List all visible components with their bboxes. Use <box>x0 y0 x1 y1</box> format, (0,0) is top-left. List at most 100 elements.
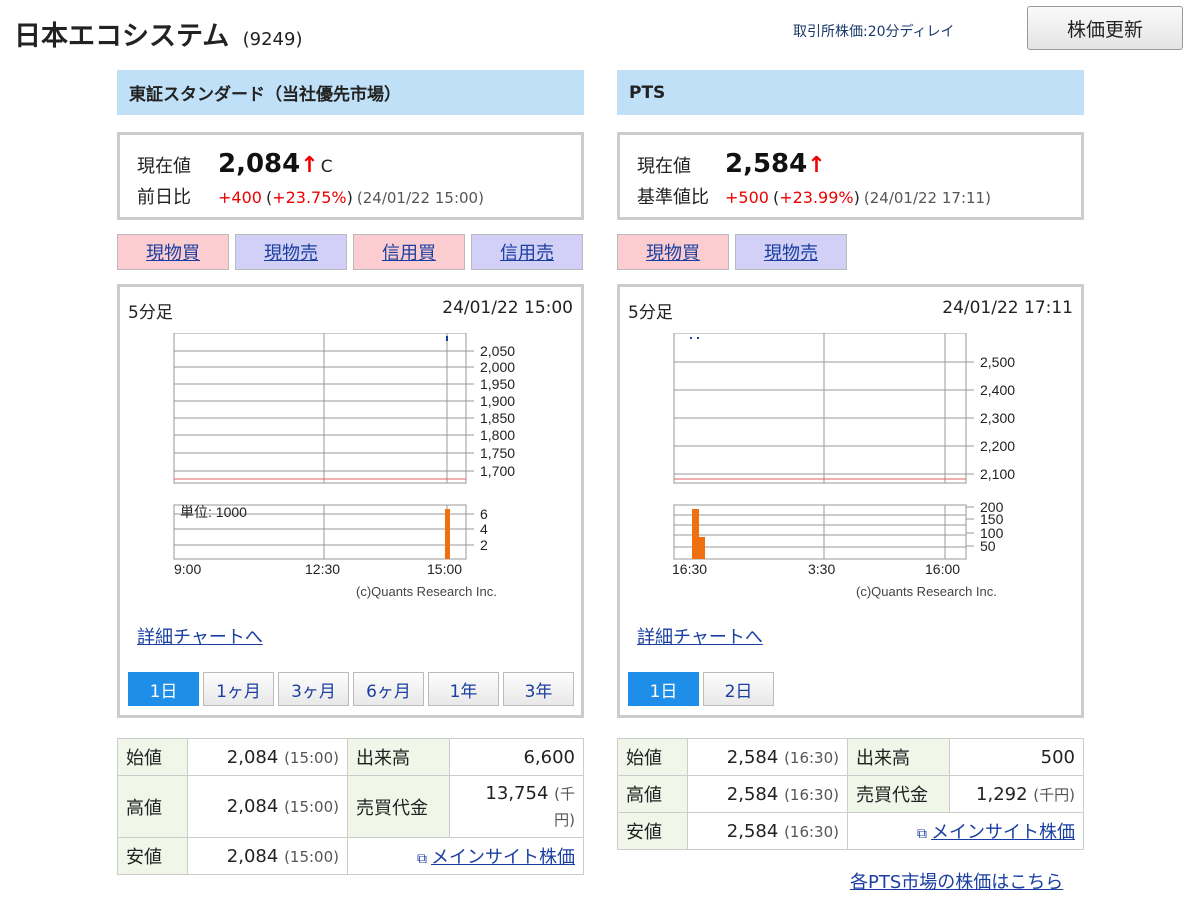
price-tick: 2,300 <box>980 410 1015 426</box>
price-tick: 2,100 <box>980 466 1015 482</box>
volume-value: 6,600 <box>449 738 584 776</box>
volume-tick: 6 <box>480 506 488 522</box>
x-tick: 12:30 <box>305 561 340 577</box>
spot-sell-button[interactable]: 現物売 <box>735 234 847 270</box>
price-tick: 2,200 <box>980 438 1015 454</box>
table-row: 安値 2,584 (16:30) ⧉ メインサイト株価 <box>617 812 1084 850</box>
price-tick: 2,000 <box>480 359 515 375</box>
turnover-label: 売買代金 <box>347 775 450 838</box>
main-site-price-link[interactable]: メインサイト株価 <box>931 822 1075 843</box>
tab-1d[interactable]: 1日 <box>128 672 199 706</box>
margin-buy-button[interactable]: 信用買 <box>353 234 465 270</box>
x-tick: 3:30 <box>808 561 835 577</box>
turnover-label: 売買代金 <box>847 775 950 813</box>
x-tick: 15:00 <box>427 561 462 577</box>
close-mark: C <box>320 157 333 177</box>
volume-unit-label: 単位: 1000 <box>180 504 247 520</box>
up-arrow-icon: ↑ <box>300 153 319 178</box>
table-row: 高値 2,584 (16:30) 売買代金 1,292 (千円) <box>617 775 1084 813</box>
turnover-unit: 円) <box>554 810 575 829</box>
tab-6m[interactable]: 6ヶ月 <box>353 672 424 706</box>
open-value: 2,584 <box>726 746 779 768</box>
margin-sell-button[interactable]: 信用売 <box>471 234 583 270</box>
stock-code: (9249) <box>242 29 303 50</box>
company-title: 日本エコシステム (9249) <box>14 14 302 53</box>
high-label: 高値 <box>617 775 688 813</box>
price-box: 現在値 2,084 ↑ C 前日比 +400 (+23.75%) (24/01/… <box>117 132 584 220</box>
turnover-unit: (千円) <box>1033 785 1075 804</box>
volume-bar <box>445 509 450 559</box>
detail-chart-link[interactable]: 詳細チャートへ <box>637 623 763 649</box>
pts-panel: PTS 現在値 2,584 ↑ 基準値比 +500 (+23.99%) (24/… <box>617 70 1084 718</box>
turnover-unit: (千 <box>554 784 575 803</box>
low-time: (16:30) <box>784 822 839 841</box>
high-value: 2,084 <box>226 796 279 817</box>
open-label: 始値 <box>617 738 688 776</box>
x-tick: 9:00 <box>174 561 201 577</box>
main-site-price-link[interactable]: メインサイト株価 <box>431 847 575 868</box>
chart-box: 5分足 24/01/22 15:00 2,050 2,000 1,950 1,9… <box>117 284 584 718</box>
chart-time: 24/01/22 15:00 <box>442 298 573 318</box>
open-value: 2,084 <box>226 746 279 768</box>
tab-1y[interactable]: 1年 <box>428 672 499 706</box>
table-row: 高値 2,084 (15:00) 売買代金 13,754 (千 円) <box>117 775 584 838</box>
tab-3m[interactable]: 3ヶ月 <box>278 672 349 706</box>
chart-credit: (c)Quants Research Inc. <box>356 584 497 599</box>
volume-bar <box>692 509 699 559</box>
price-label: 現在値 <box>637 156 691 177</box>
change-label: 基準値比 <box>637 187 709 208</box>
volume-tick: 2 <box>480 537 488 553</box>
period-tabs: 1日 2日 <box>628 672 774 706</box>
chart-time: 24/01/22 17:11 <box>942 298 1073 318</box>
refresh-price-button[interactable]: 株価更新 <box>1027 6 1183 50</box>
low-time: (15:00) <box>284 847 339 866</box>
low-value: 2,584 <box>726 820 779 842</box>
table-row: 始値 2,084 (15:00) 出来高 6,600 <box>117 738 584 776</box>
spot-buy-button[interactable]: 現物買 <box>617 234 729 270</box>
price-tick: 1,950 <box>480 376 515 392</box>
period-tabs: 1日 1ヶ月 3ヶ月 6ヶ月 1年 3年 <box>128 672 574 706</box>
change-value: +500 <box>725 188 769 207</box>
timestamp: (24/01/22 15:00) <box>356 189 484 207</box>
tab-1m[interactable]: 1ヶ月 <box>203 672 274 706</box>
table-row: 安値 2,084 (15:00) ⧉ メインサイト株価 <box>117 837 584 875</box>
x-tick: 16:30 <box>672 561 707 577</box>
tse-panel: 東証スタンダード（当社優先市場） 現在値 2,084 ↑ C 前日比 +400 … <box>117 70 584 718</box>
low-label: 安値 <box>117 837 188 875</box>
open-label: 始値 <box>117 738 188 776</box>
trade-buttons: 現物買 現物売 信用買 信用売 <box>117 234 584 270</box>
detail-chart-link[interactable]: 詳細チャートへ <box>137 623 263 649</box>
tab-2d[interactable]: 2日 <box>703 672 774 706</box>
high-label: 高値 <box>117 775 188 838</box>
spot-buy-button[interactable]: 現物買 <box>117 234 229 270</box>
stats-table: 始値 2,084 (15:00) 出来高 6,600 高値 2,084 (15:… <box>117 738 584 875</box>
chart-credit: (c)Quants Research Inc. <box>856 584 997 599</box>
external-link-icon: ⧉ <box>417 851 427 867</box>
external-link-icon: ⧉ <box>917 826 927 842</box>
price-tick: 2,050 <box>480 343 515 359</box>
spot-sell-button[interactable]: 現物売 <box>235 234 347 270</box>
low-value: 2,084 <box>226 845 279 867</box>
tab-1d[interactable]: 1日 <box>628 672 699 706</box>
change-percent: +23.75% <box>272 188 347 207</box>
open-time: (15:00) <box>284 748 339 767</box>
turnover-value: 1,292 <box>976 783 1028 805</box>
all-pts-markets-link[interactable]: 各PTS市場の株価はこちら <box>850 868 1063 894</box>
current-price: 2,084 <box>218 149 301 179</box>
volume-tick: 4 <box>480 521 488 537</box>
turnover-value: 13,754 <box>485 782 549 804</box>
high-value: 2,584 <box>726 783 779 805</box>
chart-box: 5分足 24/01/22 17:11 2,500 2,400 2,300 2,2… <box>617 284 1084 718</box>
high-time: (16:30) <box>784 785 839 804</box>
x-tick: 16:00 <box>925 561 960 577</box>
price-tick: 1,900 <box>480 393 515 409</box>
change-label: 前日比 <box>137 187 191 208</box>
price-label: 現在値 <box>137 156 191 177</box>
volume-value: 500 <box>949 738 1084 776</box>
price-tick: 1,750 <box>480 445 515 461</box>
tab-3y[interactable]: 3年 <box>503 672 574 706</box>
price-box: 現在値 2,584 ↑ 基準値比 +500 (+23.99%) (24/01/2… <box>617 132 1084 220</box>
price-chart: 2,500 2,400 2,300 2,200 2,100 200 150 10… <box>672 333 1015 599</box>
volume-tick: 50 <box>980 538 996 554</box>
low-label: 安値 <box>617 812 688 850</box>
